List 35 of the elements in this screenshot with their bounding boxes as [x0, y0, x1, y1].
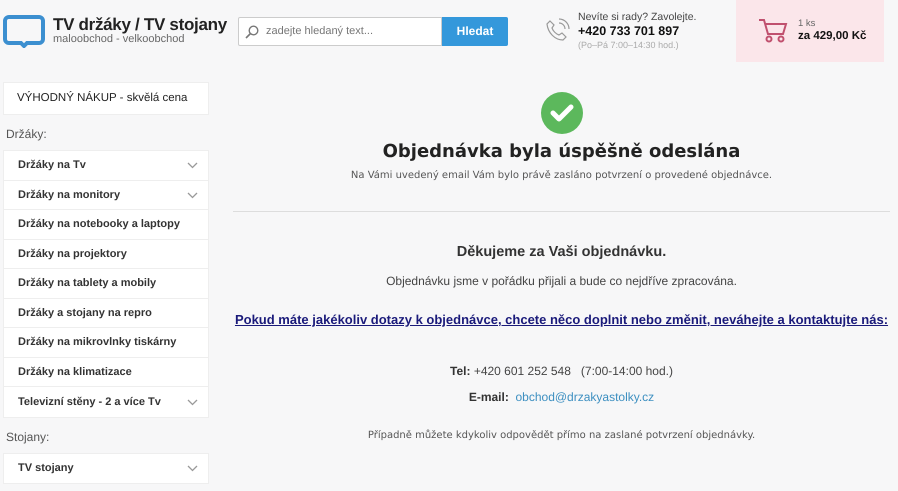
sidebar-item[interactable]: Držáky na klimatizace [4, 358, 208, 388]
category-heading: Držáky: [6, 126, 48, 144]
search-icon [245, 24, 259, 38]
search-field[interactable]: zadejte hledaný text... [238, 16, 442, 46]
contact-link[interactable]: Pokud máte jakékoliv dotazy k objednávce, chcete něco doplnit nebo změnit, neváhejte a kontaktujte nás: [234, 312, 888, 327]
cart-icon [758, 18, 788, 44]
received-text: Objednávku jsme v pořádku přijali a bude co nejdříve zpracována. [385, 272, 738, 290]
cart-panel[interactable]: 1 ks za 429,00 Kč [736, 0, 884, 62]
contact-question: Nevíte si rady? Zavolejte. [578, 11, 696, 24]
category-heading: Stojany: [6, 428, 50, 446]
sidebar-item[interactable]: Držáky na Tv [4, 151, 208, 181]
sidebar-item[interactable]: Držáky na mikrovlnky tiskárny [4, 328, 208, 358]
sidebar-item[interactable]: Držáky na projektory [4, 240, 208, 270]
sidebar-item[interactable]: Televizní stěny - 2 a více Tv [4, 387, 208, 417]
sidebar-item[interactable]: Držáky na notebooky a laptopy [4, 210, 208, 240]
email-label: E-mail: [468, 390, 509, 404]
thanks-heading: Děkujeme za Vaši objednávku. [456, 243, 668, 262]
sidebar-item[interactable]: Držáky a stojany na repro [4, 298, 208, 328]
logo-title[interactable]: TV držáky / TV stojany [53, 16, 227, 34]
success-check-icon [540, 92, 582, 134]
tel-label: Tel: [450, 364, 470, 378]
success-heading: Objednávka byla úspěšně odeslána [382, 140, 742, 164]
logo-subtitle: maloobchod - velkoobchod [53, 33, 184, 46]
success-subtitle: Na Vámi uvedený email Vám bylo právě zasláno potvrzení o provedené objednávce. [350, 169, 774, 183]
cart-total: za 429,00 Kč [798, 30, 866, 44]
sidebar-item[interactable]: Držáky na tablety a mobily [4, 269, 208, 299]
tel-value: +420 601 252 548 (7:00-14:00 hod.) [474, 364, 673, 378]
cart-count: 1 ks [798, 18, 816, 30]
promo-link[interactable]: VÝHODNÝ NÁKUP - skvělá cena [3, 82, 209, 116]
contact-phone[interactable]: +420 733 701 897 [578, 24, 696, 40]
sidebar-item[interactable]: TV stojany [4, 454, 208, 484]
footer-note: Případně můžete kdykoliv odpovědět přímo na zaslané potvrzení objednávky. [366, 428, 756, 444]
logo-icon [3, 14, 45, 48]
contact-hours: (Po–Pá 7:00–14:30 hod.) [578, 40, 680, 51]
sidebar-item[interactable]: Držáky na monitory [4, 180, 208, 210]
